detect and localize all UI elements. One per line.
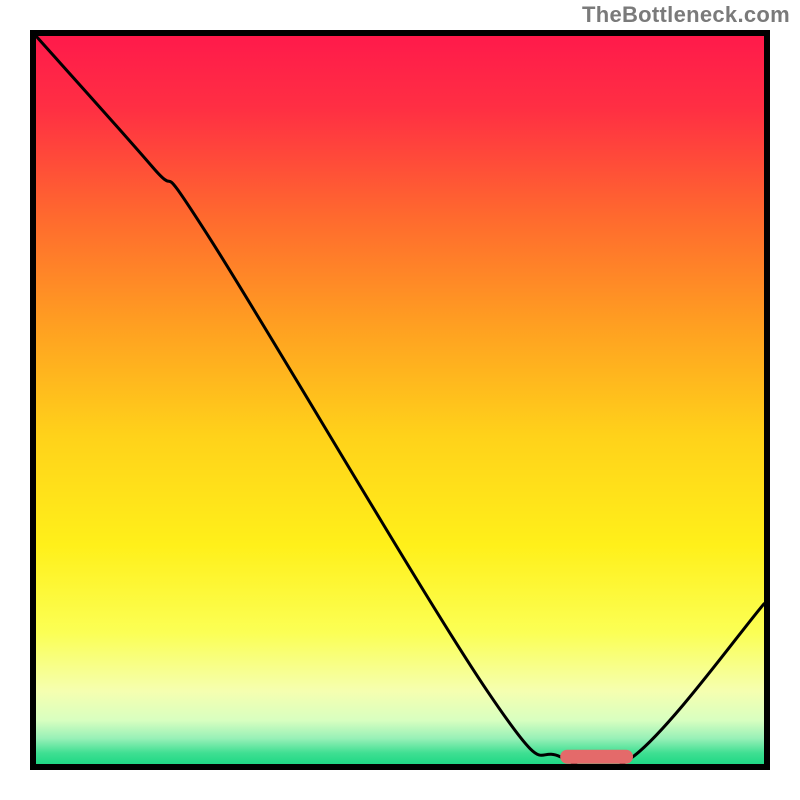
chart-frame (30, 30, 770, 770)
watermark-text: TheBottleneck.com (582, 2, 790, 28)
gradient-background (36, 36, 764, 764)
chart-canvas (36, 36, 764, 764)
chart-container: TheBottleneck.com (0, 0, 800, 800)
highlight-marker (560, 750, 633, 764)
